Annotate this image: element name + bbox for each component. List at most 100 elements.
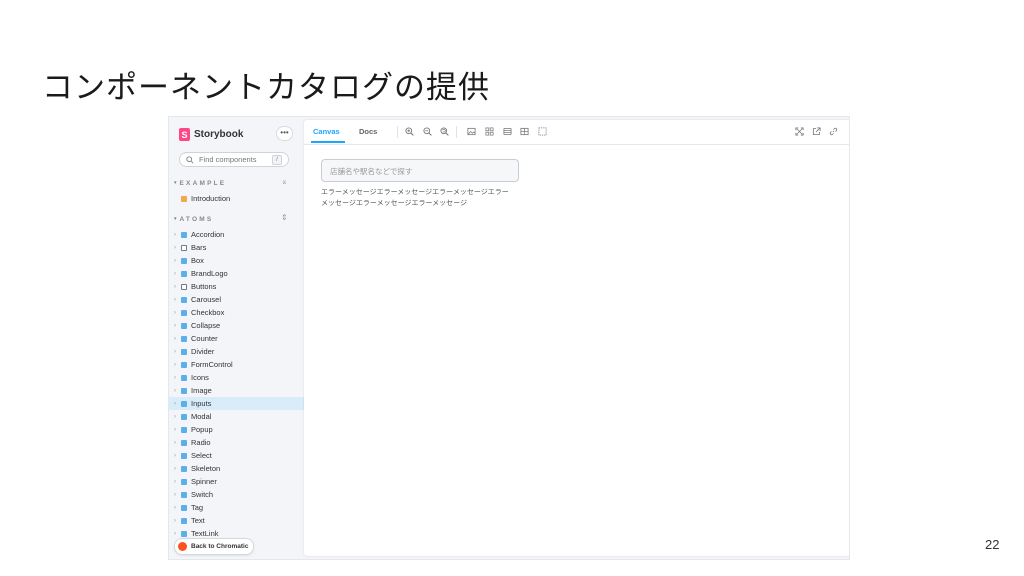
store-search-input[interactable]: 店舗名や駅名などで探す bbox=[321, 159, 519, 182]
component-icon bbox=[181, 374, 187, 381]
sidebar-item-label: Modal bbox=[191, 412, 212, 421]
sidebar-item-select[interactable]: › Select bbox=[169, 449, 304, 462]
fullscreen-icon[interactable] bbox=[795, 127, 804, 136]
outline-icon[interactable] bbox=[538, 127, 547, 136]
error-message-line-1: エラーメッセージエラーメッセージエラーメッセージエラー bbox=[321, 189, 509, 196]
sidebar-item-spinner[interactable]: › Spinner bbox=[169, 475, 304, 488]
sidebar-item-accordion[interactable]: › Accordion bbox=[169, 228, 304, 241]
sidebar-item-inputs[interactable]: › Inputs bbox=[169, 397, 304, 410]
sidebar-item-icons[interactable]: › Icons bbox=[169, 371, 304, 384]
tab-docs[interactable]: Docs bbox=[359, 127, 377, 136]
sidebar-item-label: Switch bbox=[191, 490, 214, 499]
group-header-atoms[interactable]: ▾ ATOMS bbox=[174, 214, 213, 224]
component-icon bbox=[181, 322, 187, 329]
background-icon[interactable] bbox=[467, 127, 476, 136]
sidebar-item-image[interactable]: › Image bbox=[169, 384, 304, 397]
brand-name: Storybook bbox=[194, 129, 244, 140]
tab-canvas[interactable]: Canvas bbox=[313, 127, 340, 136]
sidebar-item-modal[interactable]: › Modal bbox=[169, 410, 304, 423]
sidebar-item-label: Skeleton bbox=[191, 464, 221, 473]
sidebar-item-counter[interactable]: › Counter bbox=[169, 332, 304, 345]
toolbar-divider bbox=[456, 126, 457, 138]
sidebar-item-label: Box bbox=[191, 256, 204, 265]
sidebar-item-switch[interactable]: › Switch bbox=[169, 488, 304, 501]
sidebar-item-buttons[interactable]: › Buttons bbox=[169, 280, 304, 293]
grid-icon[interactable] bbox=[485, 127, 494, 136]
component-icon bbox=[181, 309, 187, 316]
sidebar-item-collapse[interactable]: › Collapse bbox=[169, 319, 304, 332]
sidebar-item-popup[interactable]: › Popup bbox=[169, 423, 304, 436]
chevron-right-icon: › bbox=[174, 426, 176, 433]
component-icon bbox=[181, 426, 187, 433]
sidebar-item-text[interactable]: › Text bbox=[169, 514, 304, 527]
sidebar-item-label: Text bbox=[191, 516, 205, 525]
sidebar-item-bars[interactable]: › Bars bbox=[169, 241, 304, 254]
component-icon bbox=[181, 348, 187, 355]
chevron-right-icon: › bbox=[174, 387, 176, 394]
group-label: ATOMS bbox=[179, 215, 214, 223]
component-icon bbox=[181, 478, 187, 485]
group-header-example[interactable]: ▾ EXAMPLE bbox=[174, 178, 226, 188]
sidebar-item-brandlogo[interactable]: › BrandLogo bbox=[169, 267, 304, 280]
component-icon bbox=[181, 439, 187, 446]
component-icon bbox=[181, 452, 187, 459]
sidebar-item-label: Select bbox=[191, 451, 212, 460]
storybook-screenshot: S Storybook ••• Find components / ▾ EXAM… bbox=[168, 116, 850, 560]
document-icon bbox=[181, 195, 187, 202]
toolbar: Canvas Docs bbox=[304, 120, 849, 145]
sidebar-item-formcontrol[interactable]: › FormControl bbox=[169, 358, 304, 371]
open-new-tab-icon[interactable] bbox=[812, 127, 821, 136]
copy-link-icon[interactable] bbox=[829, 127, 838, 136]
sidebar-item-label: Image bbox=[191, 386, 212, 395]
chevron-right-icon: › bbox=[174, 374, 176, 381]
chevron-right-icon: › bbox=[174, 231, 176, 238]
expand-all-icon[interactable]: ⇕ bbox=[281, 213, 288, 222]
sidebar-item-label: Inputs bbox=[191, 399, 212, 408]
search-icon bbox=[186, 155, 194, 164]
chevron-right-icon: › bbox=[174, 335, 176, 342]
search-input[interactable]: Find components / bbox=[179, 152, 289, 167]
chevron-right-icon: › bbox=[174, 491, 176, 498]
input-placeholder: 店舗名や駅名などで探す bbox=[330, 167, 413, 176]
sidebar-item-introduction[interactable]: Introduction bbox=[169, 192, 304, 205]
sidebar-item-label: Radio bbox=[191, 438, 211, 447]
collapse-all-icon[interactable]: ⌅ bbox=[281, 177, 288, 186]
chevron-right-icon: › bbox=[174, 270, 176, 277]
component-icon bbox=[181, 413, 187, 420]
chevron-right-icon: › bbox=[174, 439, 176, 446]
sidebar-item-checkbox[interactable]: › Checkbox bbox=[169, 306, 304, 319]
menu-button[interactable]: ••• bbox=[276, 126, 293, 141]
zoom-in-icon[interactable] bbox=[405, 127, 414, 136]
chevron-right-icon: › bbox=[174, 465, 176, 472]
zoom-out-icon[interactable] bbox=[423, 127, 432, 136]
sidebar-item-tag[interactable]: › Tag bbox=[169, 501, 304, 514]
sidebar-item-label: Collapse bbox=[191, 321, 221, 330]
storybook-brand[interactable]: S Storybook bbox=[179, 127, 243, 142]
chevron-right-icon: › bbox=[174, 309, 176, 316]
measure-icon[interactable] bbox=[520, 127, 529, 136]
viewport-icon[interactable] bbox=[503, 127, 512, 136]
zoom-reset-icon[interactable] bbox=[440, 127, 449, 136]
sidebar-item-divider[interactable]: › Divider bbox=[169, 345, 304, 358]
sidebar-item-label: Bars bbox=[191, 243, 207, 252]
sidebar-item-label: Introduction bbox=[191, 194, 231, 203]
sidebar-item-label: FormControl bbox=[191, 360, 233, 369]
chevron-right-icon: › bbox=[174, 517, 176, 524]
component-icon bbox=[181, 517, 187, 524]
sidebar-item-label: Tag bbox=[191, 503, 204, 512]
search-shortcut-key: / bbox=[272, 155, 282, 165]
sidebar-item-label: Popup bbox=[191, 425, 213, 434]
chevron-right-icon: › bbox=[174, 244, 176, 251]
sidebar-item-carousel[interactable]: › Carousel bbox=[169, 293, 304, 306]
sidebar-item-skeleton[interactable]: › Skeleton bbox=[169, 462, 304, 475]
chromatic-label: Back to Chromatic bbox=[191, 543, 249, 550]
sidebar-item-box[interactable]: › Box bbox=[169, 254, 304, 267]
sidebar-item-radio[interactable]: › Radio bbox=[169, 436, 304, 449]
search-placeholder: Find components bbox=[199, 155, 257, 164]
component-icon bbox=[181, 491, 187, 498]
chevron-right-icon: › bbox=[174, 413, 176, 420]
sidebar-item-label: Accordion bbox=[191, 230, 225, 239]
back-to-chromatic-button[interactable]: Back to Chromatic bbox=[174, 538, 255, 555]
chevron-right-icon: › bbox=[174, 257, 176, 264]
chevron-right-icon: › bbox=[174, 322, 176, 329]
